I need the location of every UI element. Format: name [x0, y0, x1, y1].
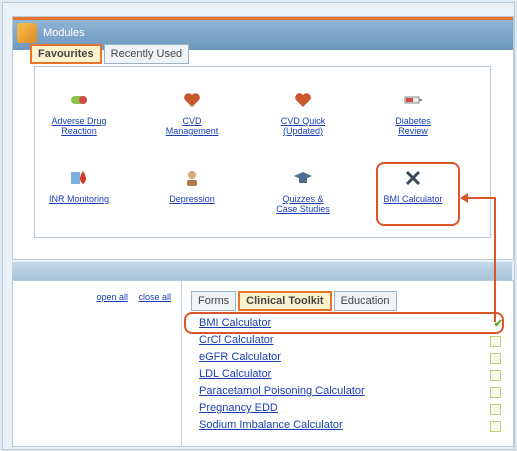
module-adverse-drug-reaction[interactable]: Adverse Drug Reaction: [39, 89, 119, 136]
module-label[interactable]: Quizzes & Case Studies: [263, 194, 343, 214]
open-all-link[interactable]: open all: [96, 292, 128, 302]
person-icon: [181, 167, 203, 189]
pill-icon: [68, 89, 90, 111]
module-label[interactable]: CVD Management: [152, 116, 232, 136]
module-label[interactable]: Depression: [152, 194, 232, 204]
heart-icon: [292, 89, 314, 111]
checkbox[interactable]: [490, 370, 501, 381]
bmi-row-highlight: [184, 312, 504, 334]
separator-band: [12, 262, 512, 280]
module-cvd-management[interactable]: CVD Management: [152, 89, 232, 136]
list-item[interactable]: CrCl Calculator: [199, 334, 274, 346]
module-label[interactable]: Adverse Drug Reaction: [39, 116, 119, 136]
list-item[interactable]: Sodium Imbalance Calculator: [199, 419, 343, 431]
tab-forms[interactable]: Forms: [191, 291, 237, 311]
tab-clinical-toolkit[interactable]: Clinical Toolkit: [238, 291, 332, 311]
left-column: open all close all: [13, 281, 182, 446]
module-label[interactable]: CVD Quick (Updated): [263, 116, 343, 136]
syringe-icon: [402, 89, 424, 111]
modules-logo-icon: [17, 23, 37, 43]
module-label[interactable]: INR Monitoring: [39, 194, 119, 204]
toolkit-tabbar: Forms Clinical Toolkit Education: [191, 291, 399, 311]
list-item[interactable]: eGFR Calculator: [199, 351, 281, 363]
checkbox[interactable]: [490, 336, 501, 347]
bmi-module-highlight: [376, 162, 460, 226]
checkbox[interactable]: [490, 421, 501, 432]
list-item[interactable]: Paracetamol Poisoning Calculator: [199, 385, 365, 397]
module-depression[interactable]: Depression: [152, 167, 232, 204]
module-quizzes-case-studies[interactable]: Quizzes & Case Studies: [263, 167, 343, 214]
modules-title: Modules: [43, 27, 85, 39]
module-cvd-quick[interactable]: CVD Quick (Updated): [263, 89, 343, 136]
checkbox[interactable]: [490, 404, 501, 415]
toolkit-panel: open all close all Forms Clinical Toolkit…: [12, 280, 514, 447]
tab-favourites[interactable]: Favourites: [30, 44, 102, 64]
heart-icon: [181, 89, 203, 111]
checkbox[interactable]: [490, 387, 501, 398]
connector-line: [494, 198, 496, 322]
connector-line: [466, 197, 496, 199]
blood-drop-icon: [68, 167, 90, 189]
arrow-left-icon: [460, 193, 468, 203]
tab-education[interactable]: Education: [333, 291, 397, 311]
graduation-cap-icon: [292, 167, 314, 189]
module-diabetes-review[interactable]: Diabetes Review: [373, 89, 453, 136]
list-item[interactable]: LDL Calculator: [199, 368, 271, 380]
open-close-links: open all close all: [88, 292, 171, 302]
checkbox[interactable]: [490, 353, 501, 364]
modules-tabbar: Favourites Recently Used: [30, 44, 191, 64]
module-label[interactable]: Diabetes Review: [373, 116, 453, 136]
module-inr-monitoring[interactable]: INR Monitoring: [39, 167, 119, 204]
list-item[interactable]: Pregnancy EDD: [199, 402, 278, 414]
close-all-link[interactable]: close all: [138, 292, 171, 302]
tab-recently-used[interactable]: Recently Used: [103, 44, 190, 64]
